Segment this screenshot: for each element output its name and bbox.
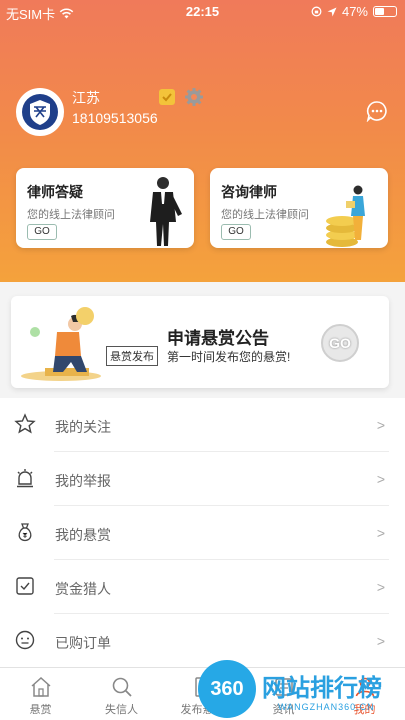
chat-icon[interactable] bbox=[366, 100, 388, 122]
face-icon bbox=[15, 630, 35, 650]
menu-item-bounty-hunter[interactable]: 赏金猎人 > bbox=[0, 560, 405, 614]
chevron-right-icon: > bbox=[376, 579, 385, 595]
rotation-lock-icon bbox=[311, 6, 322, 17]
card-subtitle: 您的线上法律顾问 bbox=[27, 209, 115, 221]
banner-tag: 悬赏发布 bbox=[106, 346, 158, 366]
menu-list: 我的关注 > 我的举报 > 我的悬赏 > 赏金猎人 > 已购订单 > bbox=[0, 398, 405, 668]
user-phone: 18109513056 bbox=[72, 110, 158, 126]
gear-icon[interactable] bbox=[184, 87, 204, 107]
chevron-right-icon: > bbox=[376, 471, 385, 487]
chevron-right-icon: > bbox=[376, 525, 385, 541]
chevron-right-icon: > bbox=[376, 417, 385, 433]
watermark-subtitle: WANGZHAN360.CN bbox=[278, 702, 375, 712]
businessman-illustration bbox=[150, 177, 182, 246]
card-subtitle: 您的线上法律顾问 bbox=[221, 209, 309, 221]
menu-item-label: 我的举报 bbox=[55, 473, 111, 489]
banner-subtitle: 第一时间发布您的悬赏! bbox=[167, 350, 291, 364]
search-icon bbox=[112, 677, 132, 697]
star-icon bbox=[14, 413, 36, 434]
watermark: 360 网站排行榜 WANGZHAN360.CN bbox=[198, 660, 405, 720]
tab-label: 悬赏 bbox=[29, 704, 52, 716]
card-title: 咨询律师 bbox=[221, 184, 277, 200]
money-bag-icon bbox=[18, 523, 32, 542]
battery-icon bbox=[373, 6, 397, 17]
consult-lawyer-go-button[interactable]: GO bbox=[221, 224, 251, 240]
menu-item-label: 我的关注 bbox=[55, 419, 111, 435]
user-name: 江苏 bbox=[72, 90, 100, 106]
menu-item-label: 已购订单 bbox=[55, 635, 111, 651]
menu-item-label: 赏金猎人 bbox=[55, 581, 111, 597]
lawyer-qa-card[interactable]: 律师答疑 您的线上法律顾问 GO bbox=[16, 168, 194, 248]
menu-item-label: 我的悬赏 bbox=[55, 527, 111, 543]
battery-percent: 47% bbox=[341, 4, 368, 19]
banner-go-button[interactable]: GO bbox=[321, 324, 359, 362]
banner-title: 申请悬赏公告 bbox=[167, 329, 269, 348]
vip-badge-icon bbox=[159, 89, 175, 105]
tab-label: 失信人 bbox=[105, 704, 138, 716]
alarm-icon bbox=[17, 469, 33, 488]
menu-item-my-follows[interactable]: 我的关注 > bbox=[0, 398, 405, 452]
watermark-title: 网站排行榜 bbox=[262, 675, 382, 702]
status-bar: 无SIM卡 22:15 47% bbox=[0, 0, 405, 24]
woman-coins-illustration bbox=[326, 185, 365, 247]
menu-item-my-reports[interactable]: 我的举报 > bbox=[0, 452, 405, 506]
tab-rewards[interactable]: 悬赏 bbox=[0, 668, 81, 720]
checkbox-icon bbox=[16, 577, 34, 595]
avatar[interactable] bbox=[16, 88, 64, 136]
consult-lawyer-card[interactable]: 咨询律师 您的线上法律顾问 GO bbox=[210, 168, 388, 248]
reward-announcement-banner[interactable]: 悬赏发布 申请悬赏公告 第一时间发布您的悬赏! GO bbox=[11, 296, 389, 388]
location-icon bbox=[327, 7, 337, 16]
home-icon bbox=[31, 676, 50, 697]
chevron-right-icon: > bbox=[376, 633, 385, 649]
thinking-man-illustration bbox=[21, 307, 101, 381]
shield-logo-icon bbox=[22, 94, 58, 130]
watermark-logo: 360 bbox=[198, 660, 256, 718]
tab-defaulters[interactable]: 失信人 bbox=[81, 668, 162, 720]
menu-item-my-rewards[interactable]: 我的悬赏 > bbox=[0, 506, 405, 560]
card-title: 律师答疑 bbox=[27, 184, 83, 200]
lawyer-qa-go-button[interactable]: GO bbox=[27, 224, 57, 240]
